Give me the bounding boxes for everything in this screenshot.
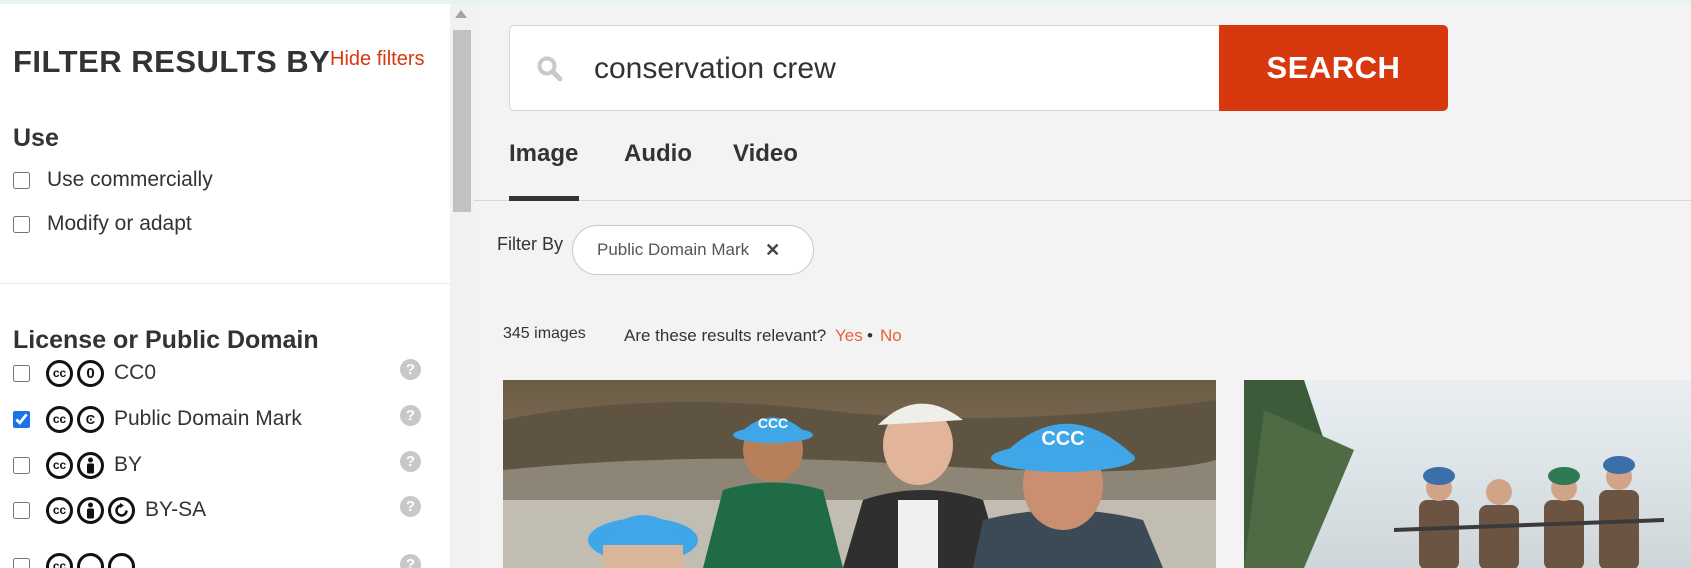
public-domain-icon: Ͼ <box>77 405 104 433</box>
filter-chip-public-domain-mark[interactable]: Public Domain Mark ✕ <box>572 225 814 275</box>
next-license-checkbox[interactable] <box>13 557 30 568</box>
tab-audio[interactable]: Audio <box>624 140 692 168</box>
license-option-next[interactable]: cc <box>13 552 145 568</box>
attribution-icon <box>77 496 104 524</box>
conservation-crew-photo: CCC CCC <box>503 400 1216 568</box>
by-sa-checkbox[interactable] <box>13 501 30 519</box>
active-tab-indicator <box>509 196 579 201</box>
license-option-by[interactable]: cc BY <box>13 451 142 479</box>
by-checkbox[interactable] <box>13 456 30 474</box>
use-option-modify[interactable]: Modify or adapt <box>13 210 192 238</box>
cc0-label: CC0 <box>114 361 157 384</box>
section-divider <box>0 283 450 284</box>
sidebar-scrollbar[interactable] <box>450 4 474 568</box>
scrollbar-thumb[interactable] <box>453 30 471 212</box>
by-sa-label: BY-SA <box>145 498 207 521</box>
result-count: 345 images <box>503 325 586 342</box>
pdm-label: Public Domain Mark <box>114 407 302 430</box>
license-option-cc0[interactable]: cc 0 CC0 <box>13 359 156 387</box>
search-button[interactable]: SEARCH <box>1219 25 1448 111</box>
cc-icon: cc <box>46 451 73 479</box>
filter-sidebar: FILTER RESULTS BY Hide filters Use Use c… <box>0 4 451 568</box>
cc-icon: cc <box>46 552 73 568</box>
relevance-separator: • <box>867 326 873 345</box>
cc-icon: cc <box>46 496 73 524</box>
share-alike-icon <box>108 496 135 524</box>
attribution-icon <box>77 552 104 568</box>
tabs-divider <box>474 200 1691 201</box>
modify-adapt-label: Modify or adapt <box>47 212 192 235</box>
modify-adapt-checkbox[interactable] <box>13 215 30 233</box>
by-label: BY <box>114 453 143 476</box>
close-icon[interactable]: ✕ <box>765 240 780 261</box>
search-input[interactable] <box>592 44 1196 94</box>
filter-chip-label: Public Domain Mark <box>597 240 750 259</box>
zero-icon: 0 <box>77 359 104 387</box>
license-option-pdm[interactable]: cc Ͼ Public Domain Mark <box>13 405 302 433</box>
by-sa-help-icon[interactable]: ? <box>400 496 421 517</box>
relevance-yes-link[interactable]: Yes <box>835 326 863 346</box>
scroll-up-arrow-icon[interactable] <box>455 10 467 18</box>
license-section-title: License or Public Domain <box>13 326 319 354</box>
relevance-question: Are these results relevant? <box>624 326 827 345</box>
use-option-commercial[interactable]: Use commercially <box>13 166 213 194</box>
cc0-help-icon[interactable]: ? <box>400 359 421 380</box>
next-help-icon[interactable]: ? <box>400 554 421 568</box>
tab-video[interactable]: Video <box>733 140 798 168</box>
use-commercially-label: Use commercially <box>47 168 213 191</box>
crew-working-photo <box>1244 380 1665 568</box>
search-icon <box>537 56 563 82</box>
image-result-2[interactable] <box>1244 380 1691 568</box>
use-section-title: Use <box>13 124 59 152</box>
pdm-checkbox[interactable] <box>13 410 30 428</box>
pdm-help-icon[interactable]: ? <box>400 405 421 426</box>
hide-filters-link[interactable]: Hide filters <box>330 48 424 71</box>
by-help-icon[interactable]: ? <box>400 451 421 472</box>
attribution-icon <box>77 451 104 479</box>
cc0-checkbox[interactable] <box>13 364 30 382</box>
cc-icon: cc <box>46 405 73 433</box>
filter-heading: FILTER RESULTS BY <box>13 44 331 79</box>
cc-icon: cc <box>46 359 73 387</box>
license-icon <box>108 552 135 568</box>
relevance-no-link[interactable]: No <box>880 326 902 346</box>
tab-image[interactable]: Image <box>509 140 578 168</box>
license-option-by-sa[interactable]: cc BY-SA <box>13 496 206 524</box>
image-result-1[interactable]: CCC CCC <box>503 380 1216 568</box>
search-box <box>509 25 1220 111</box>
use-commercially-checkbox[interactable] <box>13 171 30 189</box>
hardhat-text-right: CCC <box>1041 428 1084 450</box>
hardhat-text-middle: CCC <box>758 415 788 431</box>
filter-by-label: Filter By <box>497 234 564 254</box>
